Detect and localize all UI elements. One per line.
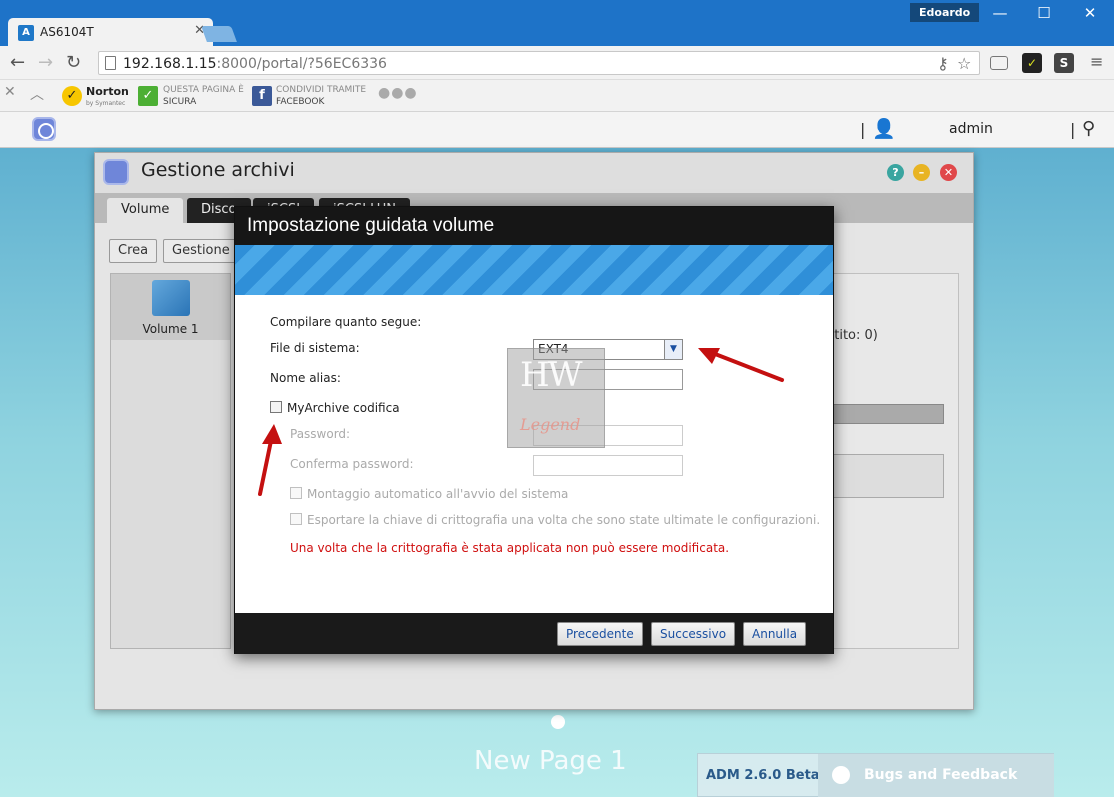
norton-icon: ✓ xyxy=(62,86,82,106)
close-bar-icon[interactable]: ✕ xyxy=(4,84,16,100)
manage-button[interactable]: Gestione xyxy=(163,239,239,263)
encrypt-checkbox[interactable] xyxy=(270,401,282,413)
dialog-banner xyxy=(235,245,833,295)
alias-label: Nome alias: xyxy=(270,371,341,385)
volume-label: Volume 1 xyxy=(142,322,199,336)
adm-username[interactable]: admin xyxy=(949,121,993,137)
export-key-checkbox[interactable] xyxy=(290,513,302,525)
watermark-logo: HW Legend xyxy=(507,348,605,448)
encryption-warning: Una volta che la crittografia è stata ap… xyxy=(290,541,730,555)
window-title: Gestione archivi xyxy=(141,159,295,181)
adm-topbar: | 👤 admin | ⚲ xyxy=(0,112,1114,148)
intro-text: Compilare quanto segue: xyxy=(270,315,422,329)
bookmark-share-facebook[interactable]: CONDIVIDI TRAMITE FACEBOOK xyxy=(276,84,366,108)
automount-label: Montaggio automatico all'avvio del siste… xyxy=(307,487,569,501)
automount-checkbox[interactable] xyxy=(290,487,302,499)
menu-icon[interactable]: ≡ xyxy=(1090,52,1103,71)
forward-icon[interactable]: → xyxy=(38,52,53,73)
close-window-icon[interactable]: ✕ xyxy=(1070,4,1110,22)
url-host: 192.168.1.15 xyxy=(123,56,217,72)
page-label: New Page 1 xyxy=(474,746,627,776)
filesystem-label: File di sistema: xyxy=(270,341,360,355)
minimize-icon[interactable]: — xyxy=(980,4,1020,22)
page-icon xyxy=(105,56,116,70)
watermark-bottom: Legend xyxy=(520,415,581,434)
confirm-password-label: Conferma password: xyxy=(290,457,414,471)
password-label: Password: xyxy=(290,427,351,441)
maximize-icon[interactable]: ☐ xyxy=(1024,4,1064,22)
adm-version-panel: ADM 2.6.0 Beta Bugs and Feedback xyxy=(697,753,1054,797)
minimize-icon[interactable]: – xyxy=(913,164,930,181)
volume-list: Volume 1 xyxy=(110,273,231,649)
star-icon[interactable]: ☆ xyxy=(957,54,971,73)
new-tab-button[interactable] xyxy=(201,26,237,42)
bugs-feedback-label: Bugs and Feedback xyxy=(864,767,1018,783)
browser-toolbar: ← → ↻ 192.168.1.15:8000/portal/?56EC6336… xyxy=(0,46,1114,80)
adm-app-icon[interactable] xyxy=(32,117,56,141)
page-indicator[interactable] xyxy=(551,715,565,729)
storage-manager-icon xyxy=(103,159,129,185)
address-bar[interactable]: 192.168.1.15:8000/portal/?56EC6336 ⚷ ☆ xyxy=(98,51,980,75)
collapse-icon[interactable]: ︿ xyxy=(30,84,44,104)
volume-item[interactable]: Volume 1 xyxy=(111,274,230,340)
chevron-down-icon[interactable]: ▼ xyxy=(664,340,682,359)
watermark-top: HW xyxy=(520,355,583,395)
tab-volume[interactable]: Volume xyxy=(107,198,184,223)
bookmark-safe-page[interactable]: QUESTA PAGINA È SICURA xyxy=(163,84,244,108)
create-button[interactable]: Crea xyxy=(109,239,158,263)
facebook-icon: f xyxy=(252,86,272,106)
next-button[interactable]: Successivo xyxy=(651,622,736,646)
more-icon[interactable]: ●●● xyxy=(378,86,418,100)
search-icon[interactable]: ⚲ xyxy=(1082,118,1095,139)
browser-tab[interactable]: A AS6104T ✕ xyxy=(8,18,213,46)
adm-version: ADM 2.6.0 Beta xyxy=(706,768,820,783)
cast-icon[interactable] xyxy=(990,56,1008,70)
user-badge[interactable]: Edoardo xyxy=(910,3,980,22)
browser-titlebar: A AS6104T ✕ Edoardo — ☐ ✕ xyxy=(0,0,1114,46)
s-ext-icon[interactable]: S xyxy=(1054,53,1074,73)
close-icon[interactable]: ✕ xyxy=(940,164,957,181)
encrypt-label: MyArchive codifica xyxy=(287,401,400,415)
separator: | xyxy=(1070,120,1076,139)
volume-cube-icon xyxy=(152,280,190,316)
key-icon[interactable]: ⚷ xyxy=(937,54,949,73)
help-icon[interactable]: ? xyxy=(887,164,904,181)
url-path: :8000/portal/?56EC6336 xyxy=(216,56,387,72)
reload-icon[interactable]: ↻ xyxy=(66,52,81,73)
bookmark-norton[interactable]: Norton by Symantec xyxy=(86,86,129,110)
previous-button[interactable]: Precedente xyxy=(557,622,643,646)
user-icon[interactable]: 👤 xyxy=(872,117,896,140)
norton-ext-icon[interactable]: ✓ xyxy=(1022,53,1042,73)
bookmark-bar: ✕ ︿ ✓ Norton by Symantec ✓ QUESTA PAGINA… xyxy=(0,80,1114,112)
asustor-icon: A xyxy=(18,25,34,41)
dialog-titlebar[interactable]: Impostazione guidata volume xyxy=(235,207,833,245)
detail-table xyxy=(824,454,944,498)
dialog-footer: Precedente Successivo Annulla xyxy=(235,613,833,654)
cancel-button[interactable]: Annulla xyxy=(743,622,807,646)
bug-icon xyxy=(832,766,850,784)
dialog-title: Impostazione guidata volume xyxy=(247,215,495,236)
confirm-password-input[interactable] xyxy=(533,455,683,476)
window-titlebar[interactable]: Gestione archivi ? – ✕ xyxy=(95,153,973,193)
back-icon[interactable]: ← xyxy=(10,52,25,73)
tab-title: AS6104T xyxy=(40,25,94,39)
separator: | xyxy=(860,120,866,139)
export-key-label: Esportare la chiave di crittografia una … xyxy=(307,513,821,527)
usage-bar xyxy=(824,404,944,424)
check-icon: ✓ xyxy=(138,86,158,106)
bugs-feedback-button[interactable]: Bugs and Feedback xyxy=(818,754,1054,797)
dialog-body: Compilare quanto segue: File di sistema:… xyxy=(235,295,833,613)
